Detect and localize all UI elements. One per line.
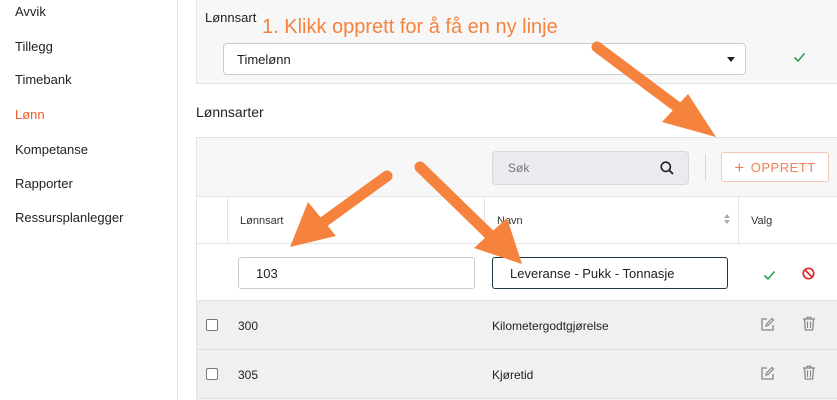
search-box (492, 151, 689, 185)
annotation-text: 1. Klikk opprett for å få en ny linje (262, 16, 558, 38)
lonnsarter-table: Lønnsart Navn Valg 103 Leveranse - Pukk … (197, 196, 837, 399)
toolbar-divider (705, 154, 706, 180)
create-button-label: OPPRETT (750, 159, 816, 175)
column-header-lonnsart-label: Lønnsart (240, 215, 284, 227)
new-row-editor (197, 244, 837, 301)
lonnsart-select-card: Lønnsart Timelønn (196, 0, 837, 84)
column-header-valg-label: Valg (751, 215, 773, 227)
cancel-icon[interactable] (802, 267, 815, 285)
lonnsarter-title: Lønnsarter (196, 104, 264, 120)
row-checkbox[interactable] (206, 319, 218, 331)
search-input[interactable] (493, 152, 653, 184)
column-header-lonnsart[interactable]: Lønnsart (227, 197, 485, 244)
row-checkbox[interactable] (206, 368, 218, 380)
table-row[interactable]: 305 Kjøretid (197, 350, 837, 399)
column-header-valg: Valg (739, 197, 837, 244)
plus-icon: + (734, 157, 745, 177)
column-header-navn[interactable]: Navn (485, 197, 739, 244)
trash-icon[interactable] (802, 365, 816, 383)
new-lonnsart-input[interactable] (238, 257, 475, 289)
search-icon[interactable] (660, 161, 674, 180)
table-header: Lønnsart Navn Valg (197, 197, 837, 244)
row-navn: Kilometergodtgjørelse (492, 319, 609, 333)
column-header-navn-label: Navn (497, 215, 523, 227)
table-row[interactable]: 300 Kilometergodtgjørelse (197, 301, 837, 350)
sidebar-item-kompetanse[interactable]: Kompetanse (15, 142, 88, 157)
edit-icon[interactable] (760, 317, 775, 335)
sidebar-item-timebank[interactable]: Timebank (15, 72, 72, 87)
sidebar-item-tillegg[interactable]: Tillegg (15, 39, 53, 54)
sidebar-item-lonn[interactable]: Lønn (15, 107, 45, 122)
lonnsarter-card: + OPPRETT Lønnsart Navn Valg (196, 137, 837, 400)
new-navn-input[interactable] (492, 257, 728, 289)
sort-icon[interactable] (470, 214, 476, 226)
lonnsart-select[interactable]: Timelønn (223, 43, 746, 75)
main-content: Lønnsart Timelønn Lønnsarter + OPPRETT L… (179, 0, 837, 400)
caret-down-icon (727, 57, 735, 62)
sidebar: Avvik Tillegg Timebank Lønn Kompetanse R… (0, 0, 178, 400)
sort-icon[interactable] (724, 214, 730, 226)
sidebar-item-rapporter[interactable]: Rapporter (15, 176, 73, 191)
sidebar-item-ressursplanlegger[interactable]: Ressursplanlegger (15, 210, 123, 225)
sidebar-item-avvik[interactable]: Avvik (15, 4, 46, 19)
check-icon[interactable] (793, 50, 806, 68)
row-lonnsart: 305 (238, 368, 259, 382)
save-check-icon[interactable] (763, 268, 776, 286)
row-navn: Kjøretid (492, 368, 534, 382)
lonnsart-select-value: Timelønn (237, 52, 291, 67)
row-lonnsart: 300 (238, 319, 259, 333)
create-button[interactable]: + OPPRETT (721, 152, 829, 182)
trash-icon[interactable] (802, 316, 816, 334)
edit-icon[interactable] (760, 366, 775, 384)
lonnsart-label: Lønnsart (205, 10, 257, 25)
